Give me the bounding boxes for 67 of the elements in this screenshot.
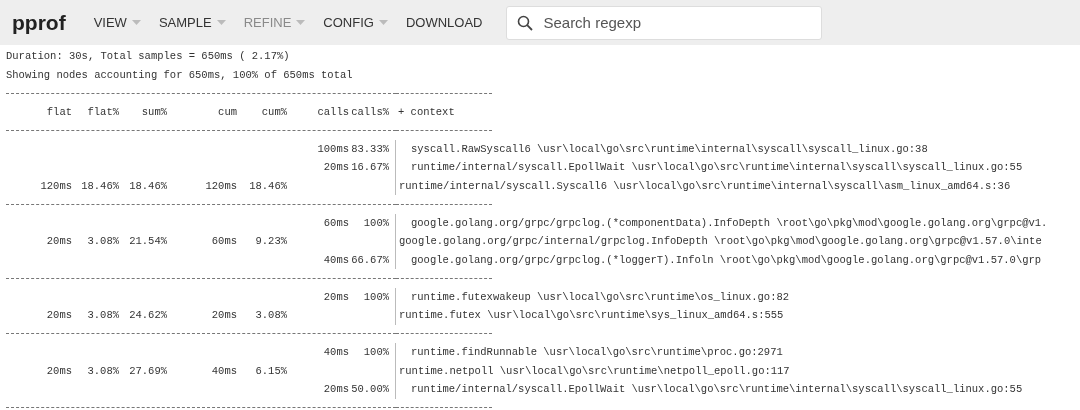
app-logo: pprof xyxy=(12,10,66,35)
context-cell: runtime/internal/syscall.EpollWait \usr\local\go\src\runtime\internal\syscall\syscall_linux.go:55 xyxy=(395,158,1080,177)
table-cell-text: 40ms xyxy=(210,363,237,379)
table-cell-text: 60ms xyxy=(210,234,237,249)
table-cell-text: 20ms xyxy=(45,363,72,379)
table-cell-text: 50.00% xyxy=(350,382,389,397)
context-cell: google.golang.org/grpc/internal/grpclog.InfoDepth \root\go\pkg\mod\google.golang.org\grpc@v1.57.0\inte xyxy=(395,232,1080,251)
caret-icon xyxy=(296,20,306,25)
table-cell-text: 100% xyxy=(362,345,389,360)
context-cell: google.golang.org/grpc/grpclog.(*loggerT).Infoln \root\go\pkg\mod\google.golang.org\grpc@v1.57.0\grp xyxy=(395,250,1080,269)
column-header: + context xyxy=(397,104,456,120)
column-header: cum% xyxy=(260,104,287,120)
table-cell-text: 40ms xyxy=(322,345,349,360)
table-cell-text: 18.46% xyxy=(80,178,119,194)
table-cell-text: 3.08% xyxy=(86,308,119,323)
table-cell-text: 60ms xyxy=(322,215,349,231)
caret-icon xyxy=(216,20,226,25)
menu-button[interactable]: CONFIG xyxy=(323,15,388,30)
table-cell-text: 100ms xyxy=(316,141,349,157)
table-cell-text: 40ms xyxy=(322,252,349,268)
search-icon xyxy=(517,14,534,31)
table-cell-text: 27.69% xyxy=(128,363,167,379)
table-cell-text: 120ms xyxy=(39,178,72,194)
table-cell-text: 3.08% xyxy=(254,308,287,323)
table-cell-text: 24.62% xyxy=(128,308,167,323)
context-cell: runtime/internal/syscall.EpollWait \usr\local\go\src\runtime\internal\syscall\syscall_linux.go:55 xyxy=(395,380,1080,399)
context-cell: runtime/internal/syscall.Syscall6 \usr\local\go\src\runtime\internal\syscall\asm_linux_amd64.s:36 xyxy=(395,176,1080,195)
column-header: sum% xyxy=(140,104,167,120)
summary-text: Duration: 30s, Total samples = 650ms ( 2.17%) xyxy=(6,50,290,62)
table-cell-text: 18.46% xyxy=(248,178,287,194)
menu-button[interactable]: DOWNLOAD xyxy=(405,15,483,30)
search-input[interactable]: Search regexp xyxy=(541,13,822,32)
table-cell-text: 100% xyxy=(362,215,389,231)
column-header: flat% xyxy=(86,104,119,120)
table-cell-text: 83.33% xyxy=(350,141,389,157)
table-cell-text: 20ms xyxy=(322,382,349,397)
table-cell-text: 20ms xyxy=(210,308,237,323)
context-cell: runtime.futexwakeup \usr\local\go\src\runtime\os_linux.go:82 xyxy=(395,287,1080,306)
context-cell: runtime.futex \usr\local\go\src\runtime\sys_linux_amd64.s:555 xyxy=(395,306,1080,325)
table-cell-text: 6.15% xyxy=(254,363,287,379)
table-cell-text: 66.67% xyxy=(350,252,389,268)
column-header: calls% xyxy=(350,104,389,120)
menu-button[interactable]: VIEW xyxy=(93,15,141,30)
table-cell-text: 120ms xyxy=(204,178,237,194)
table-cell-text: 3.08% xyxy=(86,234,119,249)
summary-text: Showing nodes accounting for 650ms, 100% of 650ms total xyxy=(6,68,353,81)
table-cell-text: 9.23% xyxy=(254,234,287,249)
table-cell-text: 20ms xyxy=(322,160,349,175)
table-cell-text: 20ms xyxy=(322,289,349,305)
menu-button[interactable]: SAMPLE xyxy=(158,15,226,30)
search-field[interactable]: Search regexp xyxy=(506,5,823,40)
column-header: cum xyxy=(217,104,237,120)
context-cell: syscall.RawSyscall6 \usr\local\go\src\runtime\internal\syscall\syscall_linux.go:38 xyxy=(395,139,1080,158)
table-cell-text: 20ms xyxy=(45,308,72,323)
column-header: flat xyxy=(45,104,72,120)
caret-icon xyxy=(378,20,388,25)
column-header: calls xyxy=(316,104,349,120)
table-cell-text: 21.54% xyxy=(128,234,167,249)
table-cell-text: 3.08% xyxy=(86,363,119,379)
context-cell: google.golang.org/grpc/grpclog.(*componentData).InfoDepth \root\go\pkg\mod\google.golang.org\grpc@v1. xyxy=(395,213,1080,232)
table-cell-text: 18.46% xyxy=(128,178,167,194)
context-cell: runtime.findRunnable \usr\local\go\src\runtime\proc.go:2971 xyxy=(395,343,1080,362)
context-cell: runtime.netpoll \usr\local\go\src\runtime\netpoll_epoll.go:117 xyxy=(395,361,1080,380)
table-cell-text: 20ms xyxy=(45,234,72,249)
table-cell-text: 100% xyxy=(362,289,389,305)
table-cell-text: 16.67% xyxy=(350,160,389,175)
caret-icon xyxy=(131,20,141,25)
